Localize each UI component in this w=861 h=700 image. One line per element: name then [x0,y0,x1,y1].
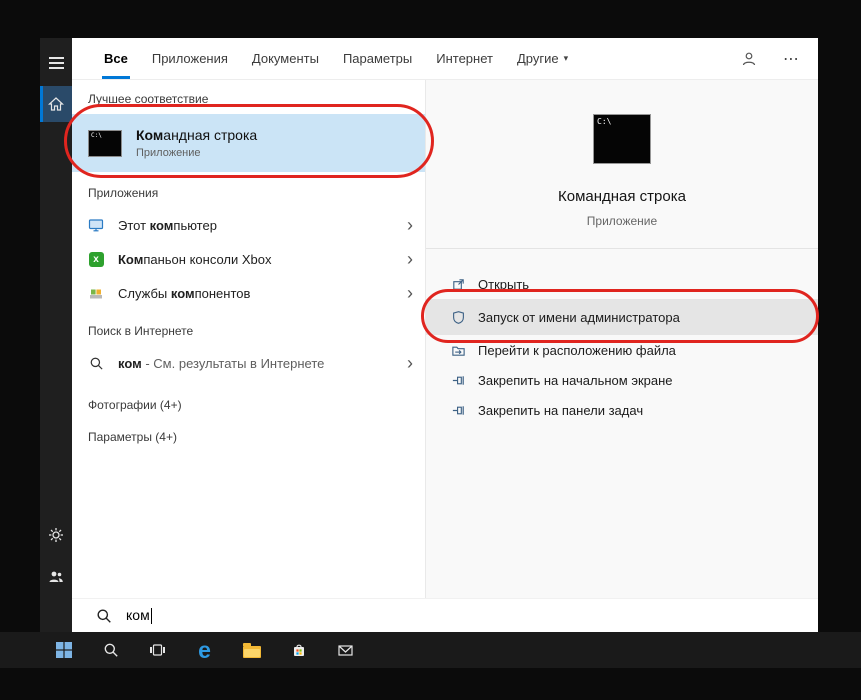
tab-apps[interactable]: Приложения [152,38,228,79]
task-view-icon [149,642,166,658]
action-label: Закрепить на начальном экране [478,373,673,388]
start-button[interactable] [40,632,87,668]
web-search-header: Поиск в Интернете [72,310,425,346]
search-input[interactable]: ком [72,598,818,632]
edge-browser-button[interactable]: e [181,632,228,668]
list-item-label: Этот компьютер [118,218,217,233]
best-match-title: Командная строка [136,127,257,143]
hamburger-icon [49,57,64,69]
action-pin-to-taskbar[interactable]: Закрепить на панели задач [426,395,818,425]
best-match-title-rest: андная строка [163,127,257,143]
app-title: Командная строка [426,188,818,205]
app-hero: C:\ Командная строка Приложение [426,80,818,249]
tab-all-label: Все [104,51,128,66]
tab-all[interactable]: Все [104,38,128,79]
tab-documents-label: Документы [252,51,319,66]
settings-group-header[interactable]: Параметры (4+) [72,412,425,444]
chevron-down-icon: ▾ [564,53,569,64]
best-match-subtitle: Приложение [136,147,257,159]
action-run-as-admin[interactable]: Запуск от имени администратора [426,299,818,335]
search-query-text: ком [126,607,152,624]
web-suggestion-label: ком - См. результаты в Интернете [118,356,324,371]
store-button[interactable] [275,632,322,668]
search-icon [96,608,112,624]
edge-icon: e [198,639,211,662]
pin-icon [450,402,466,418]
results-panel: Лучшее соответствие C:\ Командная строка… [72,80,425,598]
menu-button[interactable] [40,46,72,80]
components-icon [88,285,104,301]
action-pin-to-start[interactable]: Закрепить на начальном экране [426,365,818,395]
action-open[interactable]: Открыть [426,269,818,299]
chevron-right-icon[interactable]: › [407,252,413,266]
account-button[interactable] [741,51,757,67]
cmd-prompt-icon: C:\ [88,130,122,157]
tab-web[interactable]: Интернет [436,38,493,79]
rail-item-settings[interactable] [40,518,72,552]
cmd-prompt-icon-large: C:\ [593,114,651,164]
shield-icon [450,309,466,325]
app-subtitle: Приложение [426,214,818,228]
folder-icon [243,646,261,658]
action-label: Запуск от имени администратора [478,310,680,325]
open-icon [450,276,466,292]
list-item-component-services[interactable]: Службы компонентов › [72,276,425,310]
home-icon [48,96,64,112]
file-explorer-button[interactable] [228,632,275,668]
action-open-file-location[interactable]: Перейти к расположению файла [426,335,818,365]
list-item-label: Службы компонентов [118,286,250,301]
more-options-button[interactable]: ⋯ [783,49,800,69]
tab-more[interactable]: Другие ▾ [517,38,568,79]
best-match-item[interactable]: C:\ Командная строка Приложение [72,114,425,172]
search-icon [88,355,104,371]
tab-settings[interactable]: Параметры [343,38,412,79]
tab-web-label: Интернет [436,51,493,66]
desktop: Все Приложения Документы Параметры Интер… [0,0,861,700]
chevron-right-icon[interactable]: › [407,218,413,232]
windows-logo-icon [56,642,72,658]
gear-icon [48,527,64,543]
apps-section-header: Приложения [72,172,425,208]
search-icon [103,642,119,658]
search-tabs-bar: Все Приложения Документы Параметры Интер… [72,38,818,80]
text-cursor [151,608,152,624]
chevron-right-icon[interactable]: › [407,286,413,300]
taskbar: e [0,632,861,668]
list-item-label: Компаньон консоли Xbox [118,252,272,267]
rail-item-people[interactable] [40,560,72,594]
action-label: Открыть [478,277,529,292]
list-item-xbox-companion[interactable]: x Компаньон консоли Xbox › [72,242,425,276]
chevron-right-icon[interactable]: › [407,356,413,370]
store-icon [291,642,307,658]
best-match-header: Лучшее соответствие [72,80,425,114]
computer-icon [88,217,104,233]
taskbar-search-button[interactable] [87,632,134,668]
task-view-button[interactable] [134,632,181,668]
list-item-this-pc[interactable]: Этот компьютер › [72,208,425,242]
rail-item-home[interactable] [40,86,72,122]
action-label: Перейти к расположению файла [478,343,676,358]
context-actions: Открыть Запуск от имени администратора П… [426,249,818,425]
preview-panel: C:\ Командная строка Приложение Открыть … [425,80,818,598]
tab-settings-label: Параметры [343,51,412,66]
web-suggestion-item[interactable]: ком - См. результаты в Интернете › [72,346,425,380]
mail-icon [337,642,354,658]
pin-icon [450,372,466,388]
mail-button[interactable] [322,632,369,668]
nav-rail [40,38,72,632]
action-label: Закрепить на панели задач [478,403,643,418]
folder-location-icon [450,342,466,358]
photos-group-header[interactable]: Фотографии (4+) [72,380,425,412]
people-icon [48,569,64,585]
xbox-icon: x [88,251,104,267]
tab-documents[interactable]: Документы [252,38,319,79]
best-match-title-match: Ком [136,127,163,143]
tab-more-label: Другие [517,51,559,66]
start-search-flyout: Все Приложения Документы Параметры Интер… [40,38,818,632]
tab-apps-label: Приложения [152,51,228,66]
